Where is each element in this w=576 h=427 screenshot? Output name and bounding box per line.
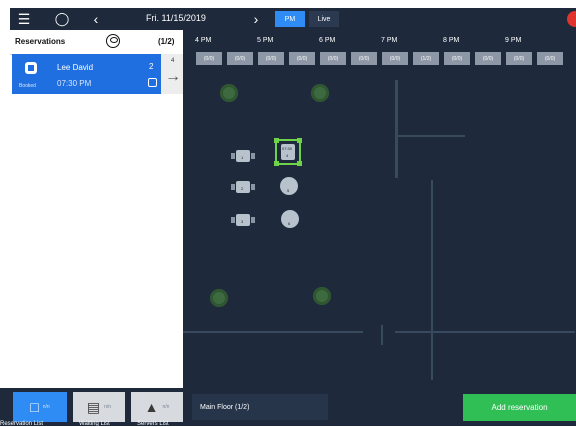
time-slot[interactable]: (0/0) bbox=[506, 52, 532, 65]
date-label: Fri. 11/15/2019 bbox=[146, 13, 206, 23]
reservation-name: Lee David bbox=[57, 63, 94, 72]
tab-count: n/n bbox=[42, 404, 50, 410]
plant-icon bbox=[311, 84, 329, 102]
time-slot[interactable]: (0/0) bbox=[196, 52, 222, 65]
reservation-status: Booked bbox=[19, 83, 36, 89]
time-slot[interactable]: (0/0) bbox=[351, 52, 377, 65]
table-number: 1 bbox=[241, 155, 244, 160]
chevron-left-icon[interactable]: ‹ bbox=[86, 10, 106, 28]
table-number: 2 bbox=[241, 186, 244, 191]
tab-label: Servers List bbox=[137, 421, 169, 427]
table-3[interactable]: 3 bbox=[231, 214, 255, 226]
add-reservation-button[interactable]: Add reservation bbox=[463, 394, 576, 421]
time-slot[interactable]: (0/0) bbox=[475, 52, 501, 65]
tab-label: Waiting List bbox=[79, 421, 110, 427]
wall bbox=[395, 135, 465, 137]
plant-icon bbox=[220, 84, 238, 102]
time-slot[interactable]: (0/0) bbox=[227, 52, 253, 65]
reservation-list-tab[interactable]: □ n/n bbox=[13, 392, 67, 422]
wall bbox=[431, 180, 433, 380]
table-number: 4 bbox=[286, 153, 289, 158]
hour-label: 8 PM bbox=[443, 37, 460, 44]
reservations-count: (1/2) bbox=[158, 37, 175, 46]
tab-count: n/n bbox=[104, 404, 112, 410]
resize-handle[interactable] bbox=[274, 161, 279, 166]
table-2[interactable]: 2 bbox=[231, 181, 255, 193]
reservation-time: 07:30 PM bbox=[57, 79, 92, 88]
wall bbox=[395, 80, 398, 178]
timeline-slots: (0/0) (0/0) (0/0) (0/0) (0/0) (0/0) (0/0… bbox=[183, 45, 576, 65]
plant-icon bbox=[210, 289, 228, 307]
resize-handle[interactable] bbox=[274, 138, 279, 143]
table-icon bbox=[148, 78, 157, 87]
wall bbox=[395, 331, 575, 333]
time-slot[interactable]: (0/0) bbox=[320, 52, 346, 65]
table-number: 5 bbox=[287, 188, 290, 193]
party-size: 2 bbox=[149, 62, 154, 71]
reservation-card[interactable]: Booked Lee David 07:30 PM 2 bbox=[12, 54, 161, 94]
pm-toggle-button[interactable]: PM bbox=[275, 11, 305, 27]
list-icon: ▤ bbox=[86, 398, 101, 415]
floor-plan: 4 PM 5 PM 6 PM 7 PM 8 PM 9 PM (0/0) (0/0… bbox=[183, 30, 576, 388]
table-4: 07:30 4 bbox=[281, 144, 295, 160]
reservation-seat-action[interactable]: 4 → bbox=[161, 54, 183, 94]
time-slot[interactable]: (0/0) bbox=[258, 52, 284, 65]
time-slot[interactable]: (0/0) bbox=[382, 52, 408, 65]
table-time-label: 07:30 bbox=[282, 146, 293, 151]
hour-label: 7 PM bbox=[381, 37, 398, 44]
wall bbox=[381, 325, 383, 345]
table-number: 3 bbox=[241, 219, 244, 224]
table-6[interactable]: 6 bbox=[281, 210, 299, 228]
chat-icon[interactable]: ◯ bbox=[48, 10, 76, 28]
hour-label: 6 PM bbox=[319, 37, 336, 44]
tab-count: n/n bbox=[162, 404, 170, 410]
calendar-icon bbox=[25, 62, 37, 74]
side-count: 4 bbox=[171, 58, 175, 64]
clipboard-icon: □ bbox=[30, 399, 39, 415]
top-bar: ☰ ◯ ‹ Fri. 11/15/2019 › PM Live bbox=[10, 8, 576, 30]
hour-label: 5 PM bbox=[257, 37, 274, 44]
table-4-selected[interactable]: 07:30 4 bbox=[274, 138, 302, 166]
table-5[interactable]: 5 bbox=[280, 177, 298, 195]
reservations-header: Reservations (1/2) bbox=[10, 30, 183, 55]
live-button[interactable]: Live bbox=[309, 11, 339, 27]
tab-label: Reservation List bbox=[0, 421, 44, 427]
time-slot[interactable]: (0/0) bbox=[289, 52, 315, 65]
resize-handle[interactable] bbox=[297, 161, 302, 166]
time-slot[interactable]: (1/2) bbox=[413, 52, 439, 65]
floor-selector[interactable]: Main Floor (1/2) bbox=[192, 394, 328, 420]
arrow-right-icon[interactable]: → bbox=[165, 68, 181, 86]
hour-label: 4 PM bbox=[195, 37, 212, 44]
plant-icon bbox=[313, 287, 331, 305]
table-number: 6 bbox=[288, 221, 291, 226]
timeline-hours: 4 PM 5 PM 6 PM 7 PM 8 PM 9 PM bbox=[183, 30, 576, 44]
hour-label: 9 PM bbox=[505, 37, 522, 44]
servers-list-tab[interactable]: ▲ n/n bbox=[131, 392, 183, 422]
reservations-panel: Reservations (1/2) Booked Lee David 07:3… bbox=[10, 30, 183, 388]
menu-icon[interactable]: ☰ bbox=[10, 10, 38, 28]
time-slot[interactable]: (0/0) bbox=[537, 52, 563, 65]
user-icon[interactable] bbox=[106, 34, 120, 48]
time-slot[interactable]: (0/0) bbox=[444, 52, 470, 65]
alert-icon[interactable] bbox=[567, 11, 576, 27]
bottom-bar: □ n/n ▤ n/n ▲ n/n Reservation List Waiti… bbox=[0, 388, 576, 427]
chevron-right-icon[interactable]: › bbox=[246, 10, 266, 28]
reservations-title: Reservations bbox=[15, 37, 66, 46]
wall bbox=[183, 331, 363, 333]
waiting-list-tab[interactable]: ▤ n/n bbox=[73, 392, 125, 422]
table-1[interactable]: 1 bbox=[231, 150, 255, 162]
cloche-icon: ▲ bbox=[144, 399, 159, 415]
resize-handle[interactable] bbox=[297, 138, 302, 143]
